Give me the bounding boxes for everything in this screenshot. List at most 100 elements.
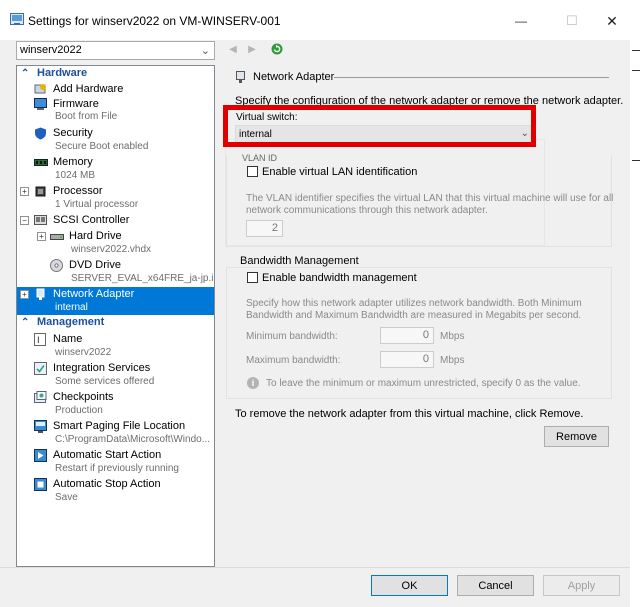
checkpoints-icon [34, 391, 47, 403]
expand-icon[interactable]: + [37, 232, 46, 241]
bandwidth-checkbox-label: Enable bandwidth management [262, 272, 417, 284]
back-arrow-icon[interactable]: ◀ [226, 42, 240, 56]
tree-item-label: Memory [53, 156, 93, 168]
close-button[interactable]: ✕ [589, 8, 635, 34]
min-bandwidth-input[interactable]: 0 [380, 327, 434, 344]
tree-item-detail: Restart if previously running [55, 463, 179, 474]
cancel-button[interactable]: Cancel [457, 575, 534, 596]
tree-item-checkpoints[interactable]: Checkpoints Production [17, 390, 214, 418]
tree-item-add-hardware[interactable]: Add Hardware [17, 82, 214, 96]
integration-services-icon [34, 362, 47, 375]
background-window-mark [632, 160, 640, 161]
vlan-enable-checkbox[interactable] [247, 166, 258, 177]
info-icon: i [247, 377, 259, 389]
network-adapter-settings-panel: Network Adapter Specify the configuratio… [223, 65, 623, 567]
vm-selector-value: winserv2022 [20, 44, 82, 56]
collapse-icon[interactable]: − [20, 216, 29, 225]
firmware-icon [34, 98, 47, 110]
management-section-label: Management [37, 316, 105, 328]
shield-icon [34, 127, 47, 140]
bandwidth-group-label: Bandwidth Management [240, 255, 362, 267]
ok-button[interactable]: OK [371, 575, 448, 596]
title-bar: Settings for winserv2022 on VM-WINSERV-0… [0, 0, 640, 40]
tree-item-detail: 1024 MB [55, 170, 96, 181]
tree-item-detail: C:\ProgramData\Microsoft\Windo... [55, 434, 211, 445]
smart-paging-icon [34, 420, 47, 433]
tree-item-label: SCSI Controller [53, 214, 130, 226]
remove-instruction-text: To remove the network adapter from this … [235, 408, 584, 420]
expand-icon[interactable]: + [20, 187, 29, 196]
window-title: Settings for winserv2022 on VM-WINSERV-0… [28, 14, 281, 28]
background-window-edge [630, 40, 640, 607]
settings-tree: ⌃ Hardware Add Hardware Firmware Boot fr… [16, 65, 215, 567]
tree-item-scsi-controller[interactable]: − SCSI Controller [17, 213, 214, 227]
tree-item-detail: Save [55, 492, 78, 503]
tree-item-smart-paging-file-location[interactable]: Smart Paging File Location C:\ProgramDat… [17, 419, 214, 447]
network-adapter-heading-icon [235, 71, 246, 87]
add-hardware-icon [34, 83, 47, 95]
maximize-icon: ☐ [566, 13, 578, 28]
tree-item-hard-drive[interactable]: + Hard Drive winserv2022.vhdx [17, 229, 214, 257]
management-section-header[interactable]: ⌃ Management [17, 316, 214, 330]
tree-item-dvd-drive[interactable]: DVD Drive SERVER_EVAL_x64FRE_ja-jp.iso [17, 258, 214, 286]
bandwidth-description-line1: Specify how this network adapter utilize… [246, 298, 582, 309]
automatic-start-icon [34, 449, 47, 462]
tree-item-automatic-stop-action[interactable]: Automatic Stop Action Save [17, 477, 214, 505]
tree-item-detail: Secure Boot enabled [55, 141, 149, 152]
expand-icon[interactable]: + [20, 290, 29, 299]
tree-item-label: DVD Drive [69, 259, 121, 271]
remove-button[interactable]: Remove [544, 426, 609, 447]
tree-item-label: Firmware [53, 98, 99, 110]
tree-item-label: Network Adapter [53, 288, 135, 300]
tree-item-automatic-start-action[interactable]: Automatic Start Action Restart if previo… [17, 448, 214, 476]
tree-item-integration-services[interactable]: Integration Services Some services offer… [17, 361, 214, 389]
tree-item-processor[interactable]: + Processor 1 Virtual processor [17, 184, 214, 212]
tree-item-detail: SERVER_EVAL_x64FRE_ja-jp.iso [71, 273, 215, 284]
bandwidth-enable-checkbox[interactable] [247, 272, 258, 283]
scsi-controller-icon [34, 214, 47, 226]
min-bandwidth-label: Minimum bandwidth: [246, 331, 338, 342]
tree-item-label: Processor [53, 185, 103, 197]
vlan-description-line1: The VLAN identifier specifies the virtua… [246, 193, 614, 204]
tree-item-label: Add Hardware [53, 83, 124, 95]
refresh-icon[interactable] [270, 42, 284, 56]
max-bandwidth-input[interactable]: 0 [380, 351, 434, 368]
close-icon: ✕ [606, 12, 618, 29]
memory-icon [34, 157, 48, 169]
tree-item-detail: Production [55, 405, 103, 416]
tree-item-detail: Some services offered [55, 376, 155, 387]
tree-item-memory[interactable]: Memory 1024 MB [17, 155, 214, 183]
minimize-icon: — [515, 14, 527, 28]
settings-window-icon [10, 13, 24, 26]
tree-item-firmware[interactable]: Firmware Boot from File [17, 97, 214, 125]
vlan-id-input[interactable]: 2 [246, 220, 283, 237]
svg-text:I: I [37, 336, 40, 346]
max-bandwidth-unit: Mbps [440, 355, 465, 366]
minimize-button[interactable]: — [498, 8, 544, 34]
tree-item-detail: winserv2022 [55, 347, 112, 358]
tree-item-label: Smart Paging File Location [53, 420, 186, 432]
tree-item-label: Automatic Start Action [53, 449, 162, 461]
bandwidth-description-line2: Bandwidth and Maximum Bandwidth are meas… [246, 310, 582, 321]
bandwidth-info-text: To leave the minimum or maximum unrestri… [266, 378, 581, 389]
tree-item-security[interactable]: Security Secure Boot enabled [17, 126, 214, 154]
processor-icon [34, 185, 47, 197]
tree-item-label: Name [53, 333, 83, 345]
forward-arrow-icon[interactable]: ▶ [245, 42, 259, 56]
dvd-disc-icon [50, 259, 63, 272]
apply-button[interactable]: Apply [543, 575, 620, 596]
max-bandwidth-label: Maximum bandwidth: [246, 355, 341, 366]
vm-selector-dropdown[interactable]: winserv2022 ⌄ [16, 41, 215, 60]
background-window-mark [632, 50, 640, 51]
tree-item-network-adapter[interactable]: + Network Adapter internal [17, 287, 214, 315]
hardware-section-header[interactable]: ⌃ Hardware [17, 67, 214, 81]
network-adapter-icon [34, 288, 47, 300]
tree-item-name[interactable]: I Name winserv2022 [17, 332, 214, 360]
panel-heading: Network Adapter [253, 71, 335, 83]
chevron-down-icon: ⌄ [200, 45, 210, 57]
tree-item-detail: 1 Virtual processor [55, 199, 139, 210]
footer-divider [0, 567, 630, 568]
tree-item-label: Automatic Stop Action [53, 478, 161, 490]
tree-item-label: Integration Services [53, 362, 151, 374]
collapse-arrows-icon: ⌃ [21, 68, 30, 79]
